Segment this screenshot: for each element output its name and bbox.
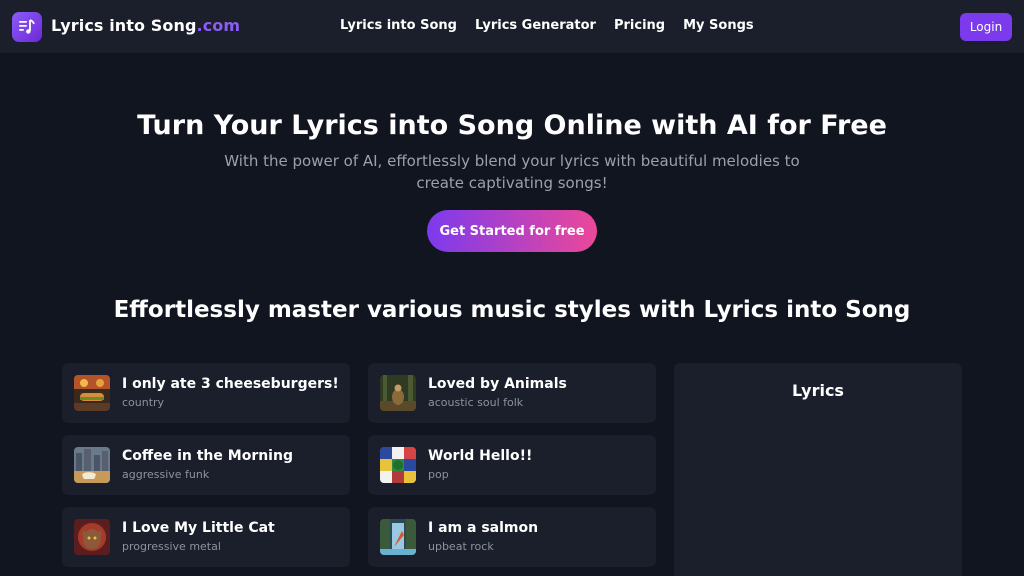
nav-lyrics-into-song[interactable]: Lyrics into Song — [340, 18, 457, 33]
main-nav: Lyrics into Song Lyrics Generator Pricin… — [340, 18, 772, 33]
song-style: upbeat rock — [428, 540, 494, 553]
brand-main: Lyrics into Song — [51, 16, 197, 35]
song-card[interactable]: World Hello!! pop — [368, 435, 656, 495]
song-style: progressive metal — [122, 540, 221, 553]
song-card[interactable]: I only ate 3 cheeseburgers! country — [62, 363, 350, 423]
song-title: I only ate 3 cheeseburgers! — [122, 376, 339, 392]
song-style: country — [122, 396, 165, 409]
song-title: World Hello!! — [428, 448, 533, 464]
nav-pricing[interactable]: Pricing — [614, 18, 665, 33]
styles-section-title: Effortlessly master various music styles… — [113, 297, 911, 323]
lyrics-panel-title: Lyrics — [792, 381, 844, 400]
song-cover-image — [74, 519, 110, 555]
music-lyrics-icon[interactable] — [12, 12, 42, 42]
brand-domain: .com — [196, 16, 241, 35]
song-cover-image — [74, 375, 110, 411]
song-title: I Love My Little Cat — [122, 520, 275, 536]
song-title: I am a salmon — [428, 520, 539, 536]
song-cover-image — [380, 375, 416, 411]
song-style: pop — [428, 468, 449, 481]
song-card[interactable]: Loved by Animals acoustic soul folk — [368, 363, 656, 423]
song-cover-image — [380, 447, 416, 483]
song-card[interactable]: Coffee in the Morning aggressive funk — [62, 435, 350, 495]
lyrics-panel: Lyrics — [674, 363, 962, 576]
hero-subtitle: With the power of AI, effortlessly blend… — [224, 152, 800, 192]
nav-lyrics-generator[interactable]: Lyrics Generator — [475, 18, 596, 33]
song-cover-image — [380, 519, 416, 555]
song-card[interactable]: I am a salmon upbeat rock — [368, 507, 656, 567]
song-title: Coffee in the Morning — [122, 448, 293, 464]
song-style: aggressive funk — [122, 468, 210, 481]
song-card[interactable]: I Love My Little Cat progressive metal — [62, 507, 350, 567]
song-cover-image — [74, 447, 110, 483]
nav-my-songs[interactable]: My Songs — [683, 18, 754, 33]
song-style: acoustic soul folk — [428, 396, 524, 409]
song-title: Loved by Animals — [428, 376, 567, 392]
hero-title: Turn Your Lyrics into Song Online with A… — [137, 110, 887, 141]
brand-name[interactable]: Lyrics into Song.com — [51, 16, 240, 35]
top-navbar: Lyrics into Song.com Lyrics into Song Ly… — [0, 0, 1024, 53]
get-started-button[interactable]: Get Started for free — [427, 210, 597, 252]
login-button[interactable]: Login — [960, 13, 1012, 41]
